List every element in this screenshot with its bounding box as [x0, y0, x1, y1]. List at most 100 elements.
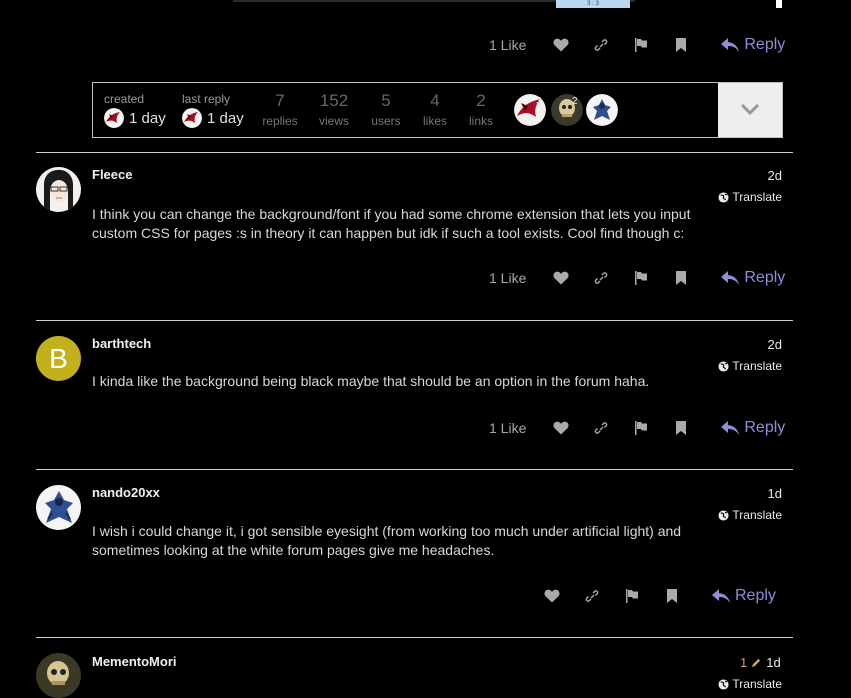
stat-links: 2 links — [458, 91, 504, 128]
avatar[interactable] — [36, 653, 81, 698]
created-value: 1 day — [129, 109, 166, 127]
link-icon[interactable] — [590, 417, 612, 439]
scroll-marker[interactable] — [776, 0, 782, 8]
stat-label: links — [468, 114, 493, 128]
image-corner-text: 3 : 3 — [587, 1, 599, 7]
heart-icon[interactable] — [550, 417, 572, 439]
translate-label: Translate — [732, 190, 782, 204]
post-divider — [36, 320, 793, 321]
stat-number: 152 — [319, 91, 349, 110]
translate-button[interactable]: Translate — [690, 359, 782, 373]
reply-icon — [721, 421, 740, 435]
post-actions: 1 Like Reply — [489, 264, 785, 292]
avatar[interactable] — [36, 485, 81, 530]
participant-avatar[interactable] — [586, 94, 618, 126]
stat-number: 4 — [430, 91, 440, 110]
globe-icon — [718, 360, 729, 372]
created-info: created 1 day — [104, 92, 166, 128]
created-label: created — [104, 92, 145, 106]
post-username[interactable]: nando20xx — [92, 485, 160, 500]
post-body: I wish i could change it, i got sensible… — [92, 523, 682, 558]
heart-icon[interactable] — [550, 267, 572, 289]
translate-label: Translate — [732, 677, 782, 691]
avatar[interactable] — [36, 167, 81, 212]
stat-label: views — [318, 114, 349, 128]
reply-label: Reply — [735, 587, 776, 604]
creator-avatar[interactable] — [104, 108, 124, 128]
heart-icon[interactable] — [541, 585, 563, 607]
last-reply-label: last reply — [182, 92, 231, 106]
reply-button[interactable]: Reply — [721, 269, 785, 287]
post-username[interactable]: barthtech — [92, 336, 151, 351]
stat-users: 5 users — [363, 91, 409, 128]
post-divider — [36, 152, 793, 153]
flag-icon[interactable] — [630, 417, 652, 439]
post-date[interactable]: 2d — [730, 337, 782, 352]
participant-post-count: 3 — [536, 96, 542, 107]
reply-button[interactable]: Reply — [721, 36, 785, 54]
globe-icon — [718, 191, 729, 203]
reply-icon — [721, 38, 740, 52]
stat-number: 2 — [476, 91, 486, 110]
translate-label: Translate — [732, 359, 782, 373]
bookmark-icon[interactable] — [661, 585, 683, 607]
translate-button[interactable]: Translate — [690, 508, 782, 522]
avatar[interactable]: B — [36, 336, 81, 381]
link-icon[interactable] — [590, 34, 612, 56]
like-count[interactable]: 1 Like — [489, 270, 526, 286]
reply-label: Reply — [744, 36, 786, 53]
post-date[interactable]: 2d — [730, 168, 782, 183]
pencil-icon[interactable] — [751, 657, 762, 668]
reply-button[interactable]: Reply — [721, 419, 785, 437]
post-date[interactable]: 1d — [730, 486, 782, 501]
reply-icon — [721, 271, 740, 285]
reply-button[interactable]: Reply — [712, 587, 776, 605]
post-username[interactable]: Fleece — [92, 167, 132, 182]
last-replier-avatar[interactable] — [182, 108, 202, 128]
stat-label: likes — [422, 114, 447, 128]
translate-label: Translate — [732, 508, 782, 522]
bookmark-icon[interactable] — [670, 34, 692, 56]
like-count[interactable]: 1 Like — [489, 420, 526, 436]
post-body: I think you can change the background/fo… — [92, 206, 691, 241]
expand-summary-button[interactable] — [718, 83, 782, 137]
edit-count[interactable]: 1 — [740, 655, 747, 670]
last-reply-info: last reply 1 day — [182, 92, 244, 128]
stat-likes: 4 likes — [412, 91, 458, 128]
reply-icon — [712, 589, 730, 603]
post-username[interactable]: MementoMori — [92, 654, 177, 669]
reply-label: Reply — [744, 419, 786, 436]
last-reply-value: 1 day — [207, 109, 244, 127]
globe-icon — [718, 678, 729, 690]
post-body: I kinda like the background being black … — [92, 373, 650, 389]
post-date[interactable]: 1d — [766, 655, 780, 670]
translate-button[interactable]: Translate — [690, 677, 782, 691]
post-meta: 1 1d — [740, 655, 781, 670]
stat-number: 5 — [381, 91, 391, 110]
post-divider — [36, 469, 793, 470]
stat-label: users — [371, 114, 401, 128]
heart-icon[interactable] — [550, 34, 572, 56]
link-icon[interactable] — [581, 585, 603, 607]
post-divider — [36, 637, 793, 638]
chevron-down-icon — [740, 104, 760, 116]
link-icon[interactable] — [590, 267, 612, 289]
topic-summary: created 1 day last reply 1 day 7 replies… — [92, 82, 783, 138]
flag-icon[interactable] — [621, 585, 643, 607]
stat-views: 152 views — [311, 91, 357, 128]
post-actions: Reply — [532, 582, 776, 610]
post-image-corner: 3 : 3 — [556, 0, 630, 8]
bookmark-icon[interactable] — [670, 267, 692, 289]
translate-button[interactable]: Translate — [690, 190, 782, 204]
reply-label: Reply — [744, 269, 786, 286]
flag-icon[interactable] — [630, 34, 652, 56]
bookmark-icon[interactable] — [670, 417, 692, 439]
participant-post-count: 2 — [572, 96, 578, 107]
participant-avatar[interactable] — [551, 94, 583, 126]
like-count[interactable]: 1 Like — [489, 37, 526, 53]
post-actions: 1 Like Reply — [489, 31, 785, 59]
stat-label: replies — [262, 114, 298, 128]
flag-icon[interactable] — [630, 267, 652, 289]
avatar-letter: B — [49, 342, 68, 374]
stat-number: 7 — [275, 91, 285, 110]
